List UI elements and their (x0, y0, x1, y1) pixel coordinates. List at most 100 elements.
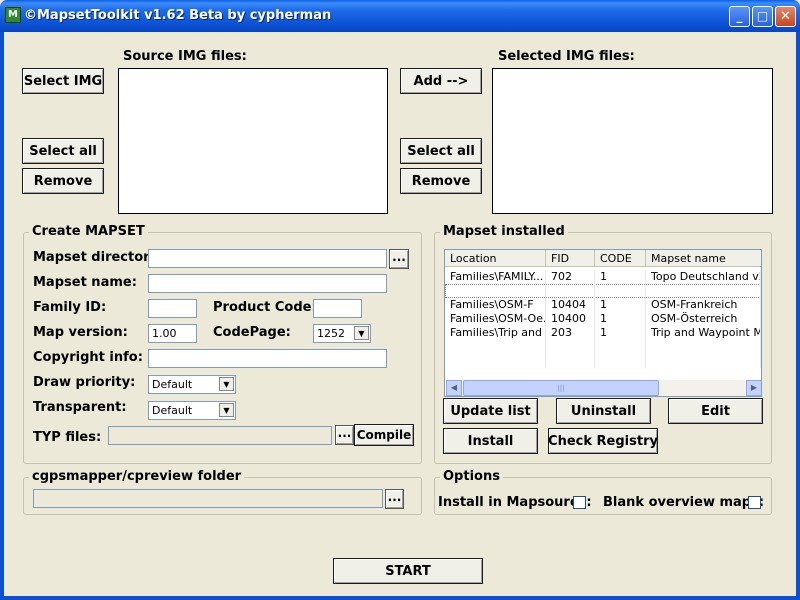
close-button[interactable]: ✕ (775, 6, 796, 27)
product-code-field[interactable] (313, 299, 362, 318)
scroll-left-arrow-icon[interactable]: ◀ (446, 380, 462, 396)
cgpsmapper-browse-button[interactable]: ... (385, 489, 404, 509)
cell-mapset-name: OSM-Frankreich (646, 298, 761, 312)
cgpsmapper-folder-field[interactable] (33, 489, 383, 508)
table-row (445, 340, 761, 354)
table-row (445, 354, 761, 368)
draw-priority-label: Draw priority: (33, 375, 136, 390)
transparent-select[interactable]: Default ▼ (148, 401, 236, 420)
source-img-listbox[interactable] (118, 68, 388, 214)
transparent-value: Default (152, 404, 193, 417)
cell-location: Families\OSM-Oe... (445, 312, 546, 326)
window-frame-left (0, 32, 4, 600)
source-img-label: Source IMG files: (123, 49, 247, 64)
cell-empty (445, 354, 546, 368)
cell-empty (546, 340, 595, 354)
cell-fid: 203 (546, 326, 595, 340)
cell-empty (595, 354, 646, 368)
column-header-mapset-name[interactable]: Mapset name (646, 250, 761, 267)
table-row[interactable]: Families\Trip and ... 203 1 Trip and Way… (445, 326, 761, 340)
cell-mapset-name: OSM-Österreich (646, 312, 761, 326)
column-header-fid[interactable]: FID (546, 250, 595, 267)
table-row[interactable] (445, 284, 761, 298)
cell-empty (546, 354, 595, 368)
window-frame-bottom (0, 596, 800, 600)
edit-button[interactable]: Edit (668, 398, 763, 424)
mapset-installed-list[interactable]: Location FID CODE Mapset name Families\F… (444, 249, 762, 397)
family-id-label: Family ID: (33, 300, 107, 315)
column-header-code[interactable]: CODE (595, 250, 646, 267)
list-header: Location FID CODE Mapset name (445, 250, 761, 267)
horizontal-scrollbar[interactable]: ◀ ||| ▶ (446, 380, 761, 396)
product-code-label: Product Code: (213, 300, 317, 315)
update-list-button[interactable]: Update list (443, 398, 538, 424)
install-in-mapsource-checkbox[interactable] (573, 496, 586, 509)
window-title: ©MapsetToolkit v1.62 Beta by cypherman (24, 8, 332, 23)
source-select-all-button[interactable]: Select all (22, 138, 104, 164)
typ-files-field[interactable] (108, 426, 332, 445)
cell-mapset-name (646, 284, 761, 298)
options-legend: Options (440, 469, 503, 484)
cell-fid: 10404 (546, 298, 595, 312)
add-button[interactable]: Add --> (400, 68, 482, 94)
draw-priority-select[interactable]: Default ▼ (148, 375, 236, 394)
table-row[interactable]: Families\OSM-Oe... 10400 1 OSM-Österreic… (445, 312, 761, 326)
cell-empty (595, 340, 646, 354)
start-button[interactable]: START (333, 558, 483, 584)
chevron-down-icon[interactable]: ▼ (219, 403, 234, 417)
typ-files-browse-button[interactable]: ... (335, 425, 354, 445)
draw-priority-value: Default (152, 378, 193, 391)
selected-img-label: Selected IMG files: (498, 49, 635, 64)
scroll-thumb[interactable]: ||| (463, 380, 659, 396)
cell-location (445, 284, 546, 298)
mapset-directory-field[interactable] (148, 249, 387, 268)
check-registry-button[interactable]: Check Registry (548, 428, 658, 454)
mapset-installed-legend: Mapset installed (440, 224, 568, 239)
codepage-label: CodePage: (213, 325, 291, 340)
cell-empty (646, 340, 761, 354)
blank-overview-maps-checkbox[interactable] (748, 496, 761, 509)
select-img-button[interactable]: Select IMG (22, 68, 104, 94)
copyright-info-field[interactable] (148, 349, 387, 368)
family-id-field[interactable] (148, 299, 197, 318)
copyright-info-label: Copyright info: (33, 350, 143, 365)
cell-fid (546, 284, 595, 298)
selected-select-all-button[interactable]: Select all (400, 138, 482, 164)
mapset-name-field[interactable] (148, 274, 387, 293)
codepage-select[interactable]: 1252 ▼ (313, 324, 371, 343)
cell-mapset-name: Trip and Waypoint Mar (646, 326, 761, 340)
cell-code (595, 284, 646, 298)
blank-overview-maps-label: Blank overview maps: (603, 495, 765, 510)
cell-location: Families\OSM-F (445, 298, 546, 312)
cell-location: Families\FAMILY... (445, 270, 546, 284)
map-version-field[interactable]: 1.00 (148, 324, 197, 343)
cell-empty (646, 354, 761, 368)
uninstall-button[interactable]: Uninstall (556, 398, 651, 424)
selected-remove-button[interactable]: Remove (400, 168, 482, 194)
cell-fid: 702 (546, 270, 595, 284)
table-row[interactable]: Families\OSM-F 10404 1 OSM-Frankreich (445, 298, 761, 312)
table-row[interactable]: Families\FAMILY... 702 1 Topo Deutschlan… (445, 270, 761, 284)
selected-img-listbox[interactable] (492, 68, 773, 214)
column-header-location[interactable]: Location (445, 250, 546, 267)
cell-code: 1 (595, 312, 646, 326)
mapset-directory-label: Mapset directory: (33, 250, 164, 265)
chevron-down-icon[interactable]: ▼ (354, 326, 369, 340)
cgpsmapper-legend: cgpsmapper/cpreview folder (29, 469, 245, 484)
app-icon[interactable]: M (5, 7, 21, 23)
scroll-right-arrow-icon[interactable]: ▶ (746, 380, 761, 396)
cell-location: Families\Trip and ... (445, 326, 546, 340)
map-version-label: Map version: (33, 325, 128, 340)
install-button[interactable]: Install (443, 428, 538, 454)
minimize-button[interactable]: _ (729, 6, 750, 27)
transparent-label: Transparent: (33, 400, 127, 415)
chevron-down-icon[interactable]: ▼ (219, 377, 234, 391)
cell-code: 1 (595, 298, 646, 312)
maximize-button[interactable]: □ (752, 6, 773, 27)
mapset-directory-browse-button[interactable]: ... (389, 249, 409, 269)
window-frame-right (796, 32, 800, 600)
source-remove-button[interactable]: Remove (22, 168, 104, 194)
install-in-mapsource-label: Install in Mapsource: (438, 495, 592, 510)
cell-empty (445, 340, 546, 354)
compile-button[interactable]: Compile (354, 424, 414, 446)
